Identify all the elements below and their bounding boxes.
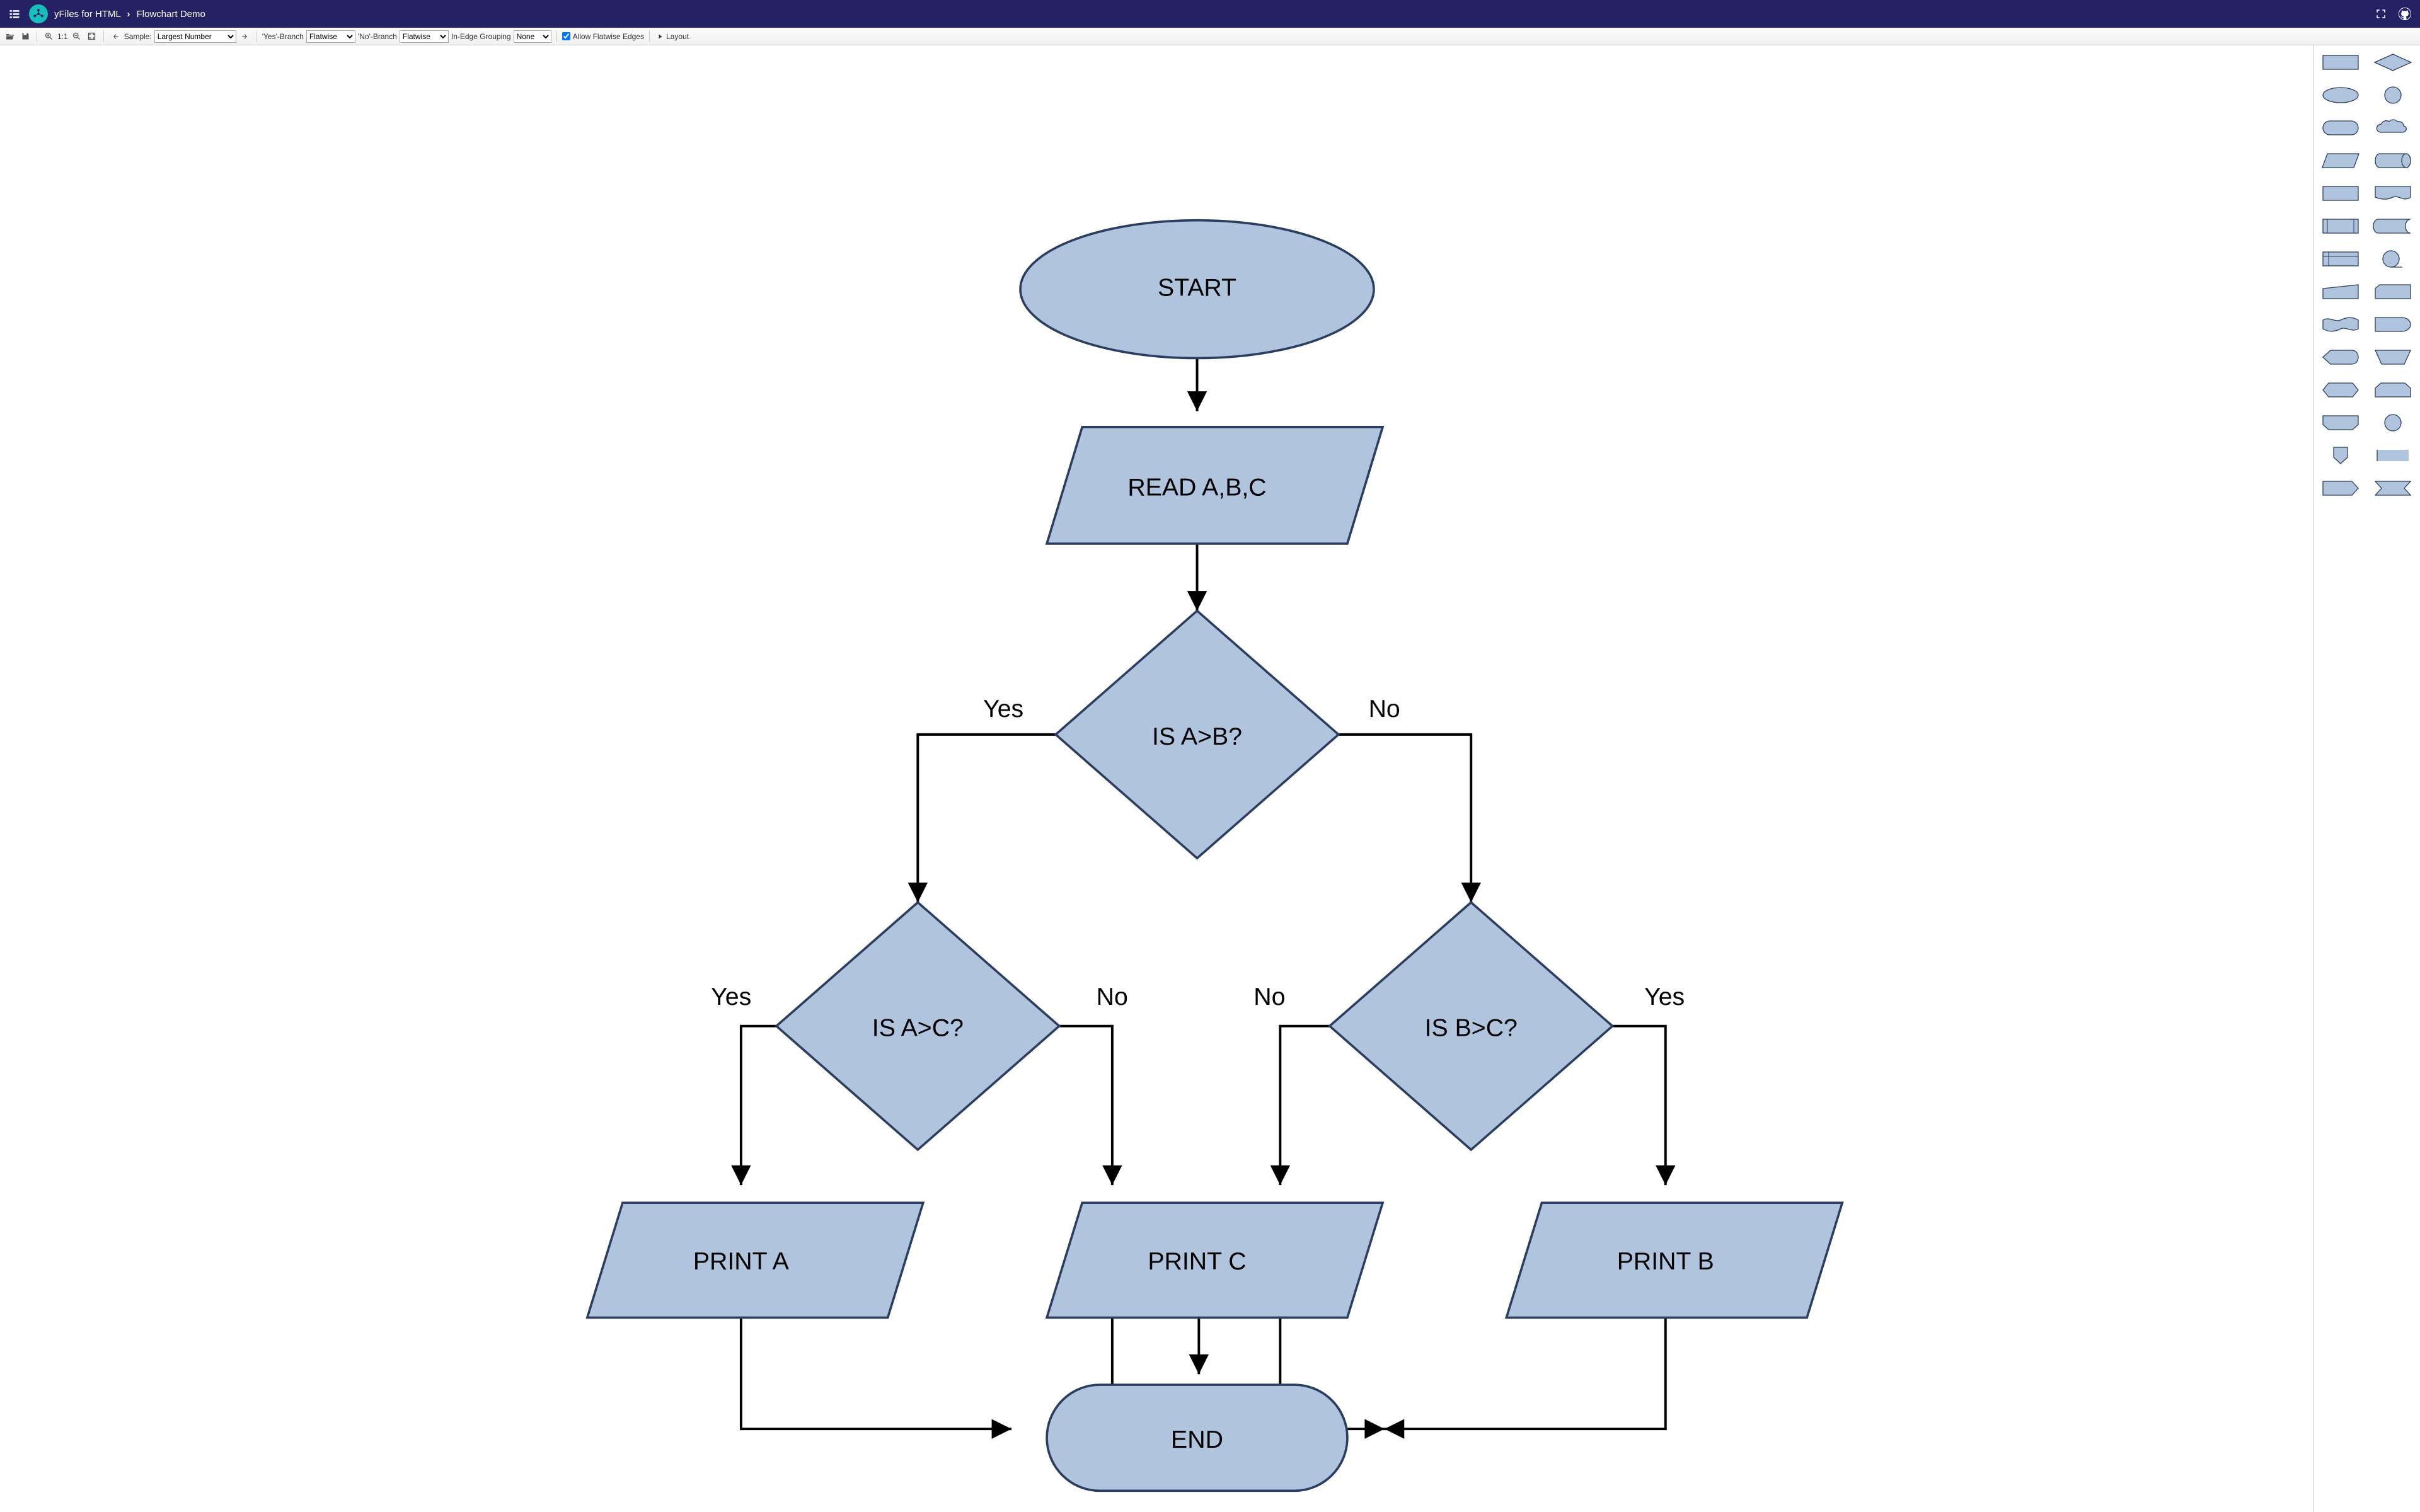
node-start-label: START (1158, 273, 1236, 301)
palette-predefined[interactable] (2320, 215, 2361, 237)
palette-document2[interactable] (2372, 183, 2414, 204)
sample-select[interactable]: Largest Number (154, 30, 236, 43)
no-branch-select[interactable]: Flatwise (400, 30, 449, 43)
save-icon[interactable] (19, 30, 32, 43)
yfiles-logo-icon[interactable] (29, 4, 48, 23)
palette-document[interactable] (2320, 183, 2361, 204)
layout-button-label: Layout (666, 32, 689, 41)
edge-label-no-3: No (1253, 983, 1285, 1011)
palette-directdata[interactable] (2372, 150, 2414, 171)
open-icon[interactable] (4, 30, 16, 43)
zoom-in-icon[interactable] (42, 30, 55, 43)
inedge-grouping-label: In-Edge Grouping (451, 32, 511, 41)
github-icon[interactable] (2396, 5, 2414, 23)
breadcrumb-root[interactable]: yFiles for HTML (54, 9, 120, 20)
palette-manualinput[interactable] (2320, 281, 2361, 302)
node-print-c-label: PRINT C (1148, 1247, 1246, 1275)
palette-decision[interactable] (2372, 52, 2414, 73)
zoom-out-icon[interactable] (71, 30, 83, 43)
edge-label-yes-2: Yes (711, 983, 751, 1011)
yes-branch-label: 'Yes'-Branch (262, 32, 304, 41)
yes-branch-select[interactable]: Flatwise (306, 30, 355, 43)
allow-flatwise-label: Allow Flatwise Edges (573, 32, 644, 41)
palette-loopstart[interactable] (2372, 379, 2414, 401)
palette-process[interactable] (2320, 52, 2361, 73)
fit-content-icon[interactable] (86, 30, 98, 43)
palette-circle[interactable] (2372, 84, 2414, 106)
palette-sequentialdata[interactable] (2372, 248, 2414, 270)
palette-offpageref-circle[interactable] (2372, 412, 2414, 433)
allow-flatwise-checkbox[interactable]: Allow Flatwise Edges (562, 32, 644, 41)
palette-offpageref[interactable] (2320, 445, 2361, 466)
palette-networkmsg[interactable] (2372, 478, 2414, 499)
app-header: yFiles for HTML › Flowchart Demo (0, 0, 2420, 28)
node-end-label: END (1171, 1426, 1223, 1453)
node-is-ab-label: IS A>B? (1152, 723, 1242, 750)
palette-papertape[interactable] (2320, 314, 2361, 335)
fullscreen-icon[interactable] (2372, 5, 2390, 23)
prev-sample-icon[interactable] (109, 30, 122, 43)
no-branch-label: 'No'-Branch (358, 32, 397, 41)
breadcrumb: yFiles for HTML › Flowchart Demo (54, 9, 205, 20)
palette-card[interactable] (2372, 281, 2414, 302)
palette-usermsg[interactable] (2320, 478, 2361, 499)
node-print-b-label: PRINT B (1617, 1247, 1714, 1275)
palette-annotation[interactable] (2372, 445, 2414, 466)
chevron-right-icon: › (127, 9, 130, 20)
palette-storeddata[interactable] (2372, 215, 2414, 237)
graph-canvas[interactable]: Yes No Yes No No Yes START READ A,B,C IS… (0, 45, 2313, 1512)
sample-label: Sample: (124, 32, 152, 41)
edge-label-yes-3: Yes (1644, 983, 1685, 1011)
edge-label-yes: Yes (983, 695, 1023, 723)
breadcrumb-demo: Flowchart Demo (137, 9, 205, 20)
main-area: Yes No Yes No No Yes START READ A,B,C IS… (0, 45, 2420, 1512)
allow-flatwise-input[interactable] (562, 32, 570, 40)
palette-delay[interactable] (2372, 314, 2414, 335)
palette-internalstorage[interactable] (2320, 248, 2361, 270)
node-print-a-label: PRINT A (693, 1247, 790, 1275)
zoom-reset-button[interactable]: 1:1 (57, 32, 68, 41)
palette-ellipse[interactable] (2320, 84, 2361, 106)
next-sample-icon[interactable] (239, 30, 251, 43)
palette-manualop[interactable] (2372, 346, 2414, 368)
shape-palette (2313, 45, 2420, 1512)
palette-data[interactable] (2320, 150, 2361, 171)
edge-label-no-2: No (1097, 983, 1128, 1011)
palette-preparation[interactable] (2320, 379, 2361, 401)
edge-label-no: No (1369, 695, 1400, 723)
menu-icon[interactable] (6, 6, 23, 22)
toolbar: 1:1 Sample: Largest Number 'Yes'-Branch … (0, 28, 2420, 45)
inedge-grouping-select[interactable]: None (514, 30, 551, 43)
node-is-ac-label: IS A>C? (872, 1014, 964, 1042)
palette-loopend[interactable] (2320, 412, 2361, 433)
node-is-bc-label: IS B>C? (1425, 1014, 1518, 1042)
palette-cloud[interactable] (2372, 117, 2414, 139)
layout-button[interactable]: Layout (655, 32, 691, 41)
palette-display[interactable] (2320, 346, 2361, 368)
palette-terminator[interactable] (2320, 117, 2361, 139)
node-read-label: READ A,B,C (1127, 473, 1266, 501)
